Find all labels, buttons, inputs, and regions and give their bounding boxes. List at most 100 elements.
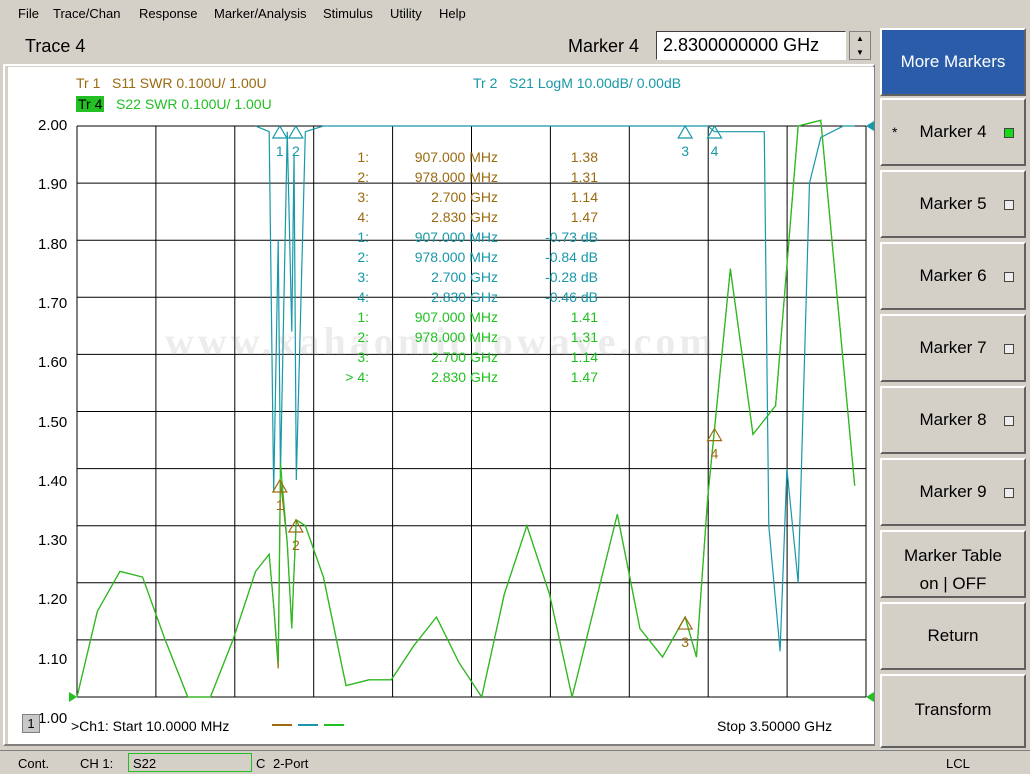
stop-frequency-label[interactable]: Stop 3.50000 GHz <box>717 718 832 734</box>
marker-readout-val: -0.73 dB <box>545 229 598 245</box>
spin-down-icon[interactable]: ▼ <box>850 46 870 59</box>
marker-4-softkey[interactable]: * Marker 4 <box>880 98 1026 166</box>
trace-2-desc: S21 LogM 10.00dB/ 0.00dB <box>509 75 682 91</box>
marker-7-softkey[interactable]: Marker 7 <box>880 314 1026 382</box>
softkey-label-line2: on | OFF <box>919 574 987 593</box>
marker-readout-freq: 978.000 MHz <box>414 329 498 345</box>
y-tick-label: 1.40 <box>38 472 68 490</box>
trace-1-desc: S11 SWR 0.100U/ 1.00U <box>112 75 267 91</box>
trace-color-legend <box>272 724 344 726</box>
marker-number-label: 3 <box>681 143 689 159</box>
y-tick-label: 1.00 <box>38 710 68 727</box>
start-frequency-label[interactable]: >Ch1: Start 10.0000 MHz <box>71 718 229 734</box>
marker-readout-num: 1: <box>357 229 369 245</box>
marker-readout-num: 3: <box>357 269 369 285</box>
marker-readout-val: -0.28 dB <box>545 269 598 285</box>
marker-readout-val: 1.14 <box>570 189 598 205</box>
marker-readout-val: 1.41 <box>570 309 598 325</box>
vna-window: File Trace/Chan Response Marker/Analysis… <box>0 0 1030 774</box>
marker-5-softkey[interactable]: Marker 5 <box>880 170 1026 238</box>
marker-readout-num: 4: <box>357 209 369 225</box>
trace-2-label: Tr 2 <box>473 75 498 91</box>
spin-up-icon[interactable]: ▲ <box>850 32 870 45</box>
marker-readout-val: 1.14 <box>570 349 598 365</box>
more-markers-softkey[interactable]: More Markers <box>880 28 1026 96</box>
y-tick-label: 1.90 <box>38 176 68 194</box>
y-tick-label: 1.50 <box>38 413 68 431</box>
series-line <box>76 119 856 699</box>
trace-4-header[interactable]: Tr 4 S22 SWR 0.100U/ 1.00U <box>76 96 272 112</box>
menu-marker-analysis[interactable]: Marker/Analysis <box>214 6 306 21</box>
softkey-label: Marker Table on | OFF <box>882 542 1024 598</box>
trace-4-desc: S22 SWR 0.100U/ 1.00U <box>116 96 272 112</box>
marker-number-label: 1 <box>276 497 284 513</box>
softkey-label: Marker 9 <box>919 482 987 501</box>
marker-frequency-input[interactable]: 2.8300000000 GHz <box>656 31 846 60</box>
softkey-label: Marker 7 <box>919 338 987 357</box>
y-tick-label: 1.70 <box>38 294 68 312</box>
marker-readout-num: 1: <box>357 309 369 325</box>
marker-readout-freq: 907.000 MHz <box>414 309 498 325</box>
softkey-label: Return <box>927 626 979 645</box>
y-tick-label: 1.80 <box>38 235 68 253</box>
y-tick-label: 2.00 <box>38 117 68 134</box>
status-bar: Cont. CH 1: S22 C 2-Port LCL <box>0 750 1030 774</box>
marker-readout-val: 1.38 <box>570 149 598 165</box>
marker-readout-freq: 907.000 MHz <box>414 149 498 165</box>
menu-utility[interactable]: Utility <box>390 6 422 21</box>
marker-readout-num: > 4: <box>345 369 369 385</box>
marker-6-softkey[interactable]: Marker 6 <box>880 242 1026 310</box>
softkey-label: Transform <box>914 700 992 719</box>
softkey-panel: More Markers * Marker 4 Marker 5 Marker … <box>878 28 1028 748</box>
marker-readout-freq: 2.700 GHz <box>431 189 498 205</box>
marker-number-label: 4 <box>711 446 719 462</box>
trace-2-header[interactable]: Tr 2 S21 LogM 10.00dB/ 0.00dB <box>473 75 681 91</box>
trace-1-header[interactable]: Tr 1 S11 SWR 0.100U/ 1.00U <box>76 75 267 91</box>
marker-readout-num: 4: <box>357 289 369 305</box>
channel-number-badge[interactable]: 1 <box>22 714 40 733</box>
entry-toolbar: Trace 4 Marker 4 2.8300000000 GHz ▲ ▼ <box>0 26 878 64</box>
marker-readout-freq: 2.830 GHz <box>431 369 498 385</box>
port-status: 2-Port <box>273 756 309 771</box>
menu-help[interactable]: Help <box>439 6 466 21</box>
marker-readout-freq: 2.830 GHz <box>431 209 498 225</box>
menu-stimulus[interactable]: Stimulus <box>323 6 373 21</box>
marker-readout-num: 2: <box>357 249 369 265</box>
y-tick-label: 1.30 <box>38 532 68 550</box>
marker-readout-val: 1.47 <box>570 209 598 225</box>
marker-table-softkey[interactable]: Marker Table on | OFF <box>880 530 1026 598</box>
y-tick-label: 1.60 <box>38 354 68 372</box>
return-softkey[interactable]: Return <box>880 602 1026 670</box>
series-line <box>76 119 856 699</box>
menu-file[interactable]: File <box>18 6 39 21</box>
marker-readout-freq: 2.830 GHz <box>431 289 498 305</box>
marker-entry-label: Marker 4 <box>568 36 640 56</box>
cal-status: C <box>256 756 266 771</box>
active-trace-title: Trace 4 <box>25 36 86 56</box>
series-line <box>255 125 855 652</box>
softkey-label: More Markers <box>900 52 1006 71</box>
softkey-label: Marker 8 <box>919 410 987 429</box>
marker-readout-num: 1: <box>357 149 369 165</box>
marker-readout-val: 1.47 <box>570 369 598 385</box>
marker-readout-num: 3: <box>357 349 369 365</box>
marker-readout-freq: 2.700 GHz <box>431 349 498 365</box>
menu-response[interactable]: Response <box>139 6 198 21</box>
marker-readout-val: 1.31 <box>570 329 598 345</box>
softkey-label: Marker 5 <box>919 194 987 213</box>
led-on-icon <box>1004 128 1014 138</box>
marker-triangle-icon <box>287 124 304 139</box>
y-tick-label: 1.10 <box>38 650 68 668</box>
transform-softkey[interactable]: Transform <box>880 674 1026 748</box>
marker-readout-freq: 978.000 MHz <box>414 249 498 265</box>
sweep-mode-status: Cont. <box>18 756 50 771</box>
marker-8-softkey[interactable]: Marker 8 <box>880 386 1026 454</box>
marker-9-softkey[interactable]: Marker 9 <box>880 458 1026 526</box>
marker-number-label: 4 <box>711 143 719 159</box>
marker-readout-val: -0.46 dB <box>545 289 598 305</box>
softkey-label: Marker 6 <box>919 266 987 285</box>
reference-level-icon <box>866 121 874 131</box>
menu-trace-chan[interactable]: Trace/Chan <box>53 6 120 21</box>
softkey-label-line1: Marker Table <box>904 546 1002 565</box>
marker-readout-freq: 2.700 GHz <box>431 269 498 285</box>
